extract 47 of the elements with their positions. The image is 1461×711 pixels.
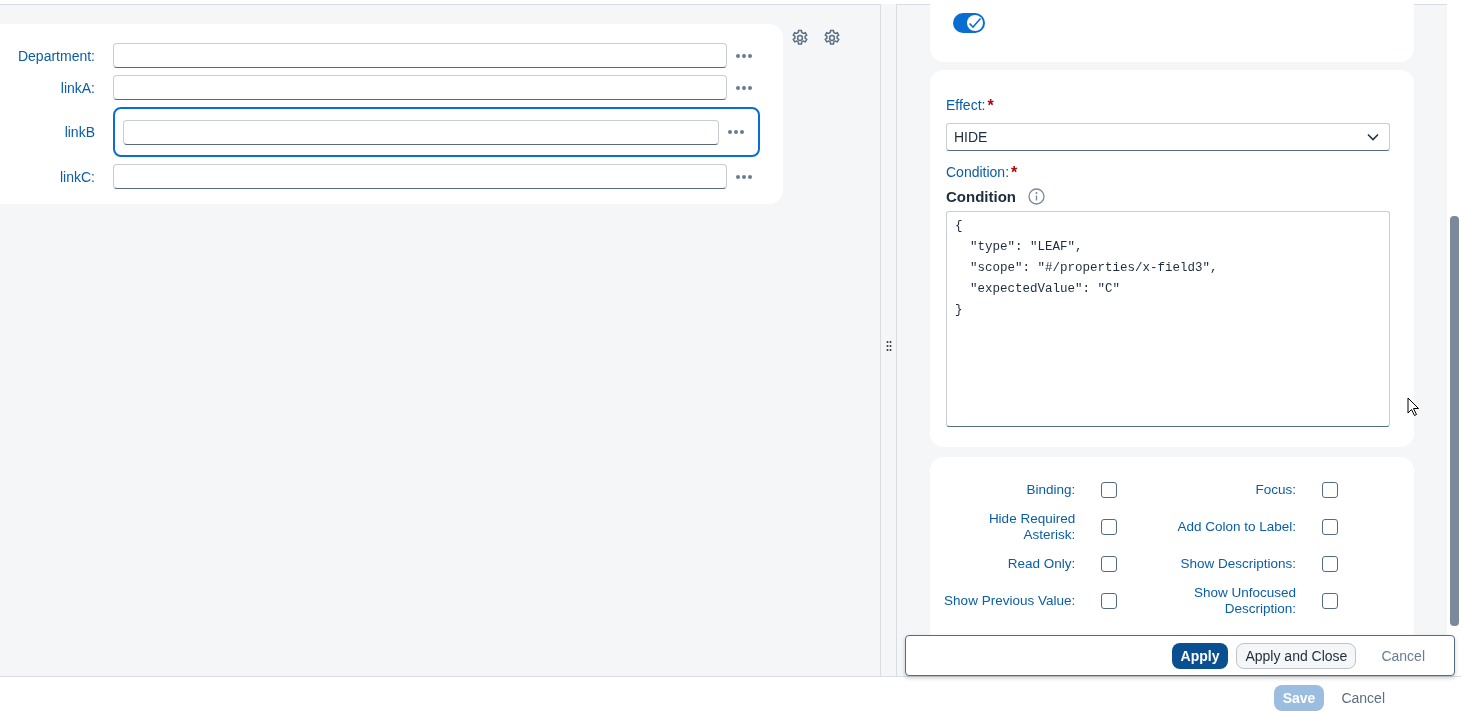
option-label: Show Previous Value: <box>943 593 1076 609</box>
required-mark: * <box>987 97 994 115</box>
checkbox[interactable] <box>1101 482 1117 498</box>
more-icon[interactable] <box>735 173 753 180</box>
checkbox[interactable] <box>1101 519 1117 535</box>
settings-icon[interactable] <box>791 29 809 47</box>
option-label: Binding: <box>1025 482 1076 498</box>
field-label: Condition: <box>946 164 1010 180</box>
input-field[interactable] <box>113 43 727 68</box>
input-field[interactable] <box>123 119 719 145</box>
splitter-handle[interactable] <box>885 340 892 352</box>
section-title: Condition <box>946 188 1016 205</box>
field-label: Department: <box>16 47 95 64</box>
checkbox[interactable] <box>1322 482 1338 498</box>
option-label: Show Unfocused Description: <box>1192 585 1296 617</box>
action-button[interactable]: Apply <box>1171 642 1229 669</box>
checkbox[interactable] <box>1322 519 1338 535</box>
option-label: Focus: <box>1254 482 1296 498</box>
chevron-down-icon <box>1367 133 1379 141</box>
more-icon[interactable] <box>735 52 753 59</box>
option-label: Add Colon to Label: <box>1176 519 1296 535</box>
checkbox[interactable] <box>1101 556 1117 572</box>
action-button[interactable]: Apply and Close <box>1236 642 1357 669</box>
option-label: Read Only: <box>1006 556 1076 572</box>
scrollbar-thumb[interactable] <box>1450 216 1459 626</box>
settings-icon[interactable] <box>823 29 841 47</box>
option-label: Show Descriptions: <box>1179 556 1296 572</box>
info-icon[interactable] <box>1028 188 1045 205</box>
more-icon[interactable] <box>735 84 753 91</box>
option-label: Hide Required Asterisk: <box>987 511 1076 543</box>
field-label: linkB <box>63 124 95 140</box>
input-field[interactable] <box>113 75 727 100</box>
checkbox[interactable] <box>1322 556 1338 572</box>
footer-button[interactable]: Cancel <box>1330 685 1396 711</box>
field-label: Effect: <box>946 97 986 113</box>
checkbox[interactable] <box>1322 593 1338 609</box>
check-icon <box>968 17 982 29</box>
field-label: linkC: <box>59 168 95 185</box>
action-button[interactable]: Cancel <box>1364 642 1442 669</box>
required-mark: * <box>1011 164 1018 182</box>
input-field[interactable] <box>113 164 727 189</box>
checkbox[interactable] <box>1101 593 1117 609</box>
more-icon[interactable] <box>727 129 745 135</box>
code-editor[interactable]: { "type": "LEAF", "scope": "#/properties/x-field3", "expectedValue": "C" } <box>946 211 1390 427</box>
effect-select[interactable]: HIDE <box>946 123 1390 151</box>
field-label: linkA: <box>59 79 95 96</box>
toggle-switch[interactable] <box>953 13 985 33</box>
